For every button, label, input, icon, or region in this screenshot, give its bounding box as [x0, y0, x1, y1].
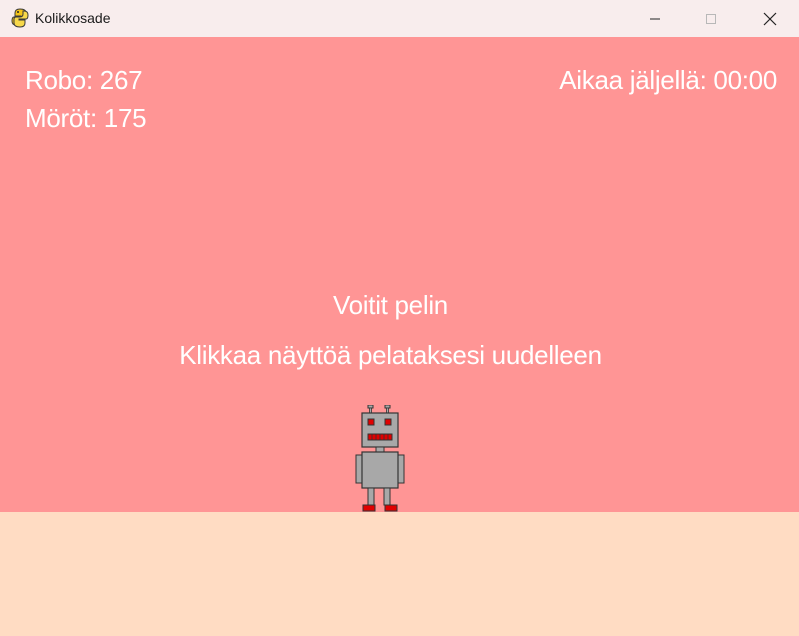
restart-hint: Klikkaa näyttöä pelataksesi uudelleen — [179, 340, 602, 370]
window-titlebar[interactable]: Kolikkosade — [0, 0, 799, 37]
python-icon — [11, 8, 29, 28]
minimize-button[interactable] — [626, 0, 684, 37]
win-message: Voitit pelin — [333, 290, 448, 320]
close-button[interactable] — [741, 0, 799, 37]
maximize-button[interactable] — [682, 0, 740, 37]
time-remaining: Aikaa jäljellä: 00:00 — [559, 65, 777, 95]
robot-sprite — [355, 405, 405, 512]
monster-score: Möröt: 175 — [25, 103, 147, 133]
game-ground — [0, 512, 799, 636]
robot-score: Robo: 267 — [25, 65, 143, 95]
window-title: Kolikkosade — [35, 10, 111, 26]
game-canvas[interactable]: Robo: 267 Möröt: 175 Aikaa jäljellä: 00:… — [0, 37, 799, 636]
minimize-icon — [650, 18, 660, 19]
close-icon — [763, 12, 777, 25]
maximize-icon — [706, 13, 716, 24]
